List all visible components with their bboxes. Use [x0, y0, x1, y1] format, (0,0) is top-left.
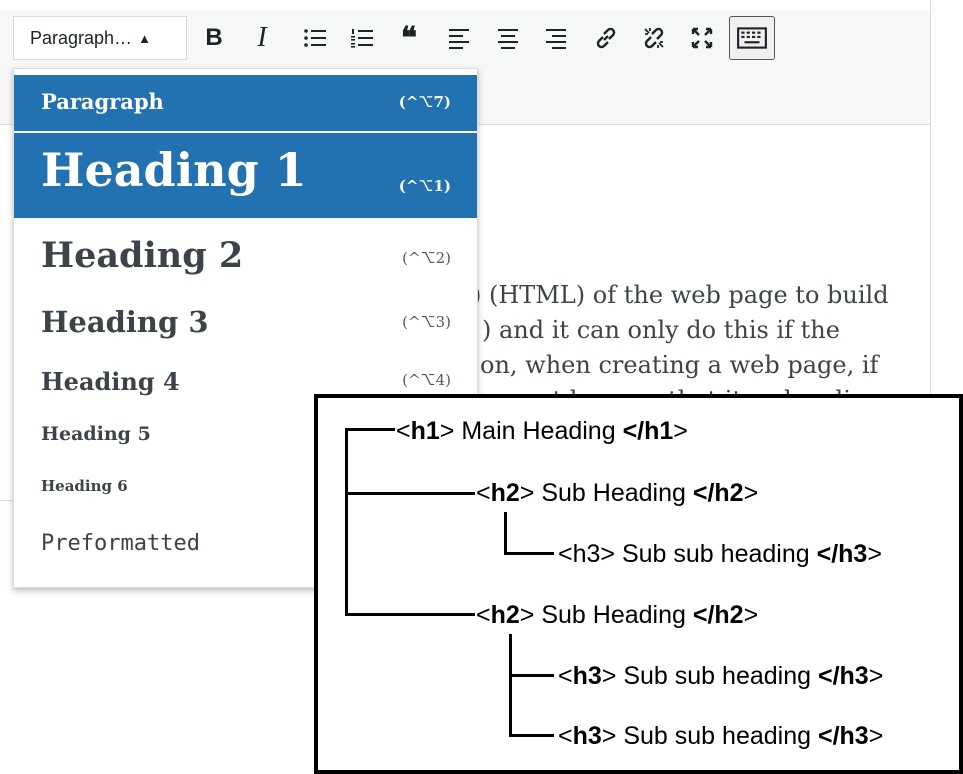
content-line: ) (HTML) of the web page to build	[472, 281, 889, 309]
menu-item-label: Paragraph	[41, 89, 164, 114]
caret-up-icon: ▲	[138, 30, 151, 46]
bold-icon: B	[205, 24, 223, 51]
tree-branch-h3	[509, 674, 554, 677]
italic-icon: I	[257, 22, 267, 53]
blockquote-button[interactable]: ❝	[391, 20, 427, 56]
bold-button[interactable]: B	[196, 20, 232, 56]
hierarchy-node-h3: <h3> Sub sub heading </h3>	[558, 722, 884, 750]
shortcut-hint: (^⌥4)	[402, 371, 451, 389]
numbered-list-button[interactable]	[344, 20, 380, 56]
align-center-button[interactable]	[490, 20, 526, 56]
hierarchy-node-h1: <h1> Main Heading </h1>	[396, 417, 688, 445]
menu-item-label: Heading 1	[41, 143, 307, 197]
tree-branch-h2	[345, 613, 475, 616]
menu-item-heading-1[interactable]: Heading 1 (^⌥1)	[14, 133, 477, 218]
tree-trunk-line	[345, 428, 348, 616]
menu-item-label: Preformatted	[41, 531, 200, 556]
align-left-icon	[449, 29, 469, 49]
toolbar-top-strip	[0, 0, 930, 10]
fullscreen-icon	[691, 27, 713, 49]
shortcut-hint: (^⌥1)	[398, 177, 451, 195]
hierarchy-node-h2: <h2> Sub Heading </h2>	[476, 601, 759, 629]
menu-item-heading-2[interactable]: Heading 2 (^⌥2)	[14, 225, 477, 295]
tree-branch-h3	[504, 552, 554, 555]
shortcut-hint: (^⌥7)	[398, 93, 451, 111]
unlink-icon	[644, 27, 664, 49]
hierarchy-node-h3: <h3> Sub sub heading </h3>	[558, 662, 884, 690]
menu-item-paragraph[interactable]: Paragraph (^⌥7)	[14, 75, 477, 131]
menu-item-label: Heading 4	[41, 367, 180, 396]
align-left-button[interactable]	[441, 20, 477, 56]
tree-branch-h1	[345, 428, 395, 431]
menu-item-label: Heading 2	[41, 235, 244, 276]
remove-link-button[interactable]	[636, 20, 672, 56]
menu-item-label: Heading 3	[41, 305, 209, 339]
tree-branch-h3	[509, 734, 554, 737]
toolbar-toggle-button[interactable]	[729, 16, 775, 60]
italic-button[interactable]: I	[244, 20, 280, 56]
align-right-icon	[546, 29, 566, 49]
tree-subtrunk-line	[504, 512, 507, 554]
link-icon	[596, 27, 616, 49]
content-line: on, when creating a web page, if	[480, 351, 879, 379]
tree-subtrunk-line	[509, 634, 512, 736]
bulleted-list-button[interactable]	[297, 20, 333, 56]
shortcut-hint: (^⌥2)	[402, 249, 451, 267]
tree-branch-h2	[345, 492, 475, 495]
insert-link-button[interactable]	[588, 20, 624, 56]
bulleted-list-icon	[304, 29, 326, 47]
numbered-list-icon	[351, 29, 373, 48]
align-right-button[interactable]	[538, 20, 574, 56]
fullscreen-button[interactable]	[684, 20, 720, 56]
menu-item-label: Heading 5	[41, 423, 151, 445]
hierarchy-node-h3: <h3> Sub sub heading </h3>	[558, 540, 882, 568]
blockquote-icon: ❝	[400, 20, 418, 56]
menu-item-label: Heading 6	[41, 477, 128, 495]
keyboard-icon	[737, 27, 767, 49]
menu-item-heading-3[interactable]: Heading 3 (^⌥3)	[14, 297, 477, 355]
heading-hierarchy-diagram: <h1> Main Heading </h1> <h2> Sub Heading…	[314, 394, 963, 774]
align-center-icon	[498, 29, 518, 49]
hierarchy-node-h2: <h2> Sub Heading </h2>	[476, 479, 759, 507]
format-select[interactable]: Paragraph… ▲	[13, 16, 187, 60]
shortcut-hint: (^⌥3)	[402, 313, 451, 331]
content-line: ) and it can only do this if the	[482, 316, 840, 344]
format-select-value: Paragraph…	[30, 27, 133, 48]
